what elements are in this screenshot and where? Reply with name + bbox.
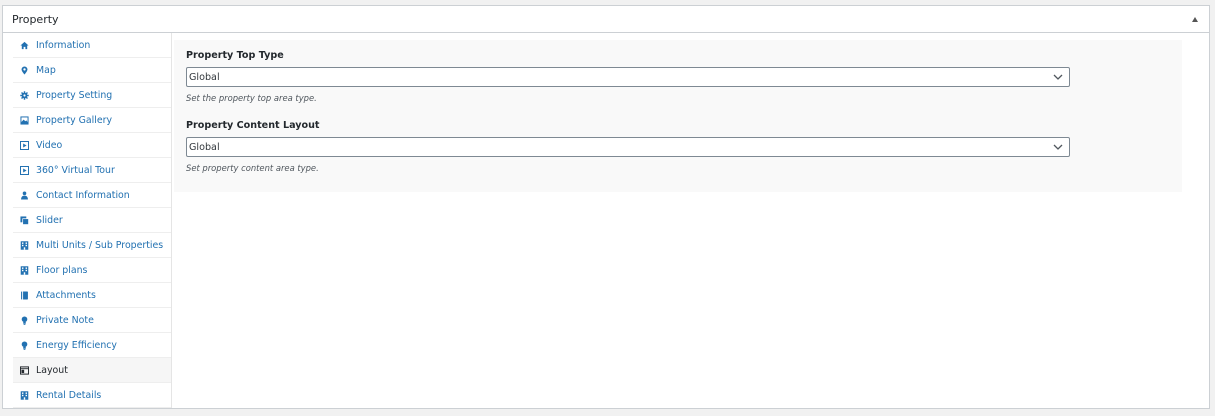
- property-panel: Property Information Map Property Settin…: [2, 5, 1210, 409]
- tab-label: Attachments: [36, 289, 96, 301]
- tab-label: Information: [36, 39, 91, 51]
- tab-label: Multi Units / Sub Properties: [36, 239, 164, 251]
- tab-floor-plans[interactable]: Floor plans: [13, 258, 171, 283]
- panel-title: Property: [12, 12, 59, 26]
- tab-label: Map: [36, 64, 56, 76]
- video-icon: [20, 140, 29, 150]
- layout-tab-content: Property Top Type Global Set the propert…: [174, 40, 1182, 192]
- tab-rental-details[interactable]: Rental Details: [13, 383, 171, 408]
- virtual-tour-icon: [20, 165, 29, 175]
- selected-value: Global: [189, 71, 220, 83]
- slider-icon: [20, 215, 29, 225]
- map-pin-icon: [20, 65, 29, 75]
- tab-property-gallery[interactable]: Property Gallery: [13, 108, 171, 133]
- floorplan-icon: [20, 265, 29, 275]
- property-top-type-select[interactable]: Global: [186, 67, 1070, 87]
- layout-icon: [20, 365, 29, 375]
- tab-label: Property Gallery: [36, 114, 113, 126]
- tab-energy-efficiency[interactable]: Energy Efficiency: [13, 333, 171, 358]
- tab-label: Rental Details: [36, 389, 102, 401]
- tab-map[interactable]: Map: [13, 58, 171, 83]
- tab-virtual-tour[interactable]: 360° Virtual Tour: [13, 158, 171, 183]
- property-content-layout-field: Property Content Layout Global Set prope…: [186, 120, 1070, 173]
- tab-property-setting[interactable]: Property Setting: [13, 83, 171, 108]
- attachment-icon: [20, 290, 29, 300]
- panel-header[interactable]: Property: [3, 6, 1209, 33]
- tab-layout[interactable]: Layout: [13, 358, 171, 383]
- tab-label: Property Setting: [36, 89, 113, 101]
- tab-multi-units[interactable]: Multi Units / Sub Properties: [13, 233, 171, 258]
- tab-information[interactable]: Information: [13, 33, 171, 58]
- selected-value: Global: [189, 141, 220, 153]
- tab-label: 360° Virtual Tour: [36, 164, 115, 176]
- tab-attachments[interactable]: Attachments: [13, 283, 171, 308]
- chevron-down-icon: [1053, 74, 1063, 80]
- tab-slider[interactable]: Slider: [13, 208, 171, 233]
- collapse-toggle-icon[interactable]: [1192, 16, 1198, 22]
- rental-icon: [20, 390, 29, 400]
- property-content-layout-description: Set property content area type.: [186, 163, 319, 173]
- property-top-type-label: Property Top Type: [186, 50, 284, 61]
- tab-label: Private Note: [36, 314, 94, 326]
- tab-label: Contact Information: [36, 189, 130, 201]
- tab-label: Slider: [36, 214, 63, 226]
- bulb-icon: [20, 315, 29, 325]
- tab-list: Information Map Property Setting Propert…: [13, 33, 172, 408]
- tab-label: Layout: [36, 364, 68, 376]
- property-content-layout-select[interactable]: Global: [186, 137, 1070, 157]
- tab-label: Energy Efficiency: [36, 339, 117, 351]
- property-top-type-description: Set the property top area type.: [186, 93, 317, 103]
- chevron-down-icon: [1053, 144, 1063, 150]
- property-content-layout-label: Property Content Layout: [186, 120, 320, 131]
- tab-video[interactable]: Video: [13, 133, 171, 158]
- tab-label: Video: [36, 139, 63, 151]
- property-top-type-field: Property Top Type Global Set the propert…: [186, 50, 1070, 103]
- gallery-icon: [20, 115, 29, 125]
- home-icon: [20, 41, 29, 50]
- energy-icon: [20, 340, 29, 350]
- contact-icon: [20, 191, 29, 200]
- tab-contact-information[interactable]: Contact Information: [13, 183, 171, 208]
- tab-label: Floor plans: [36, 264, 88, 276]
- gear-icon: [20, 90, 29, 100]
- building-icon: [20, 240, 29, 250]
- tab-private-note[interactable]: Private Note: [13, 308, 171, 333]
